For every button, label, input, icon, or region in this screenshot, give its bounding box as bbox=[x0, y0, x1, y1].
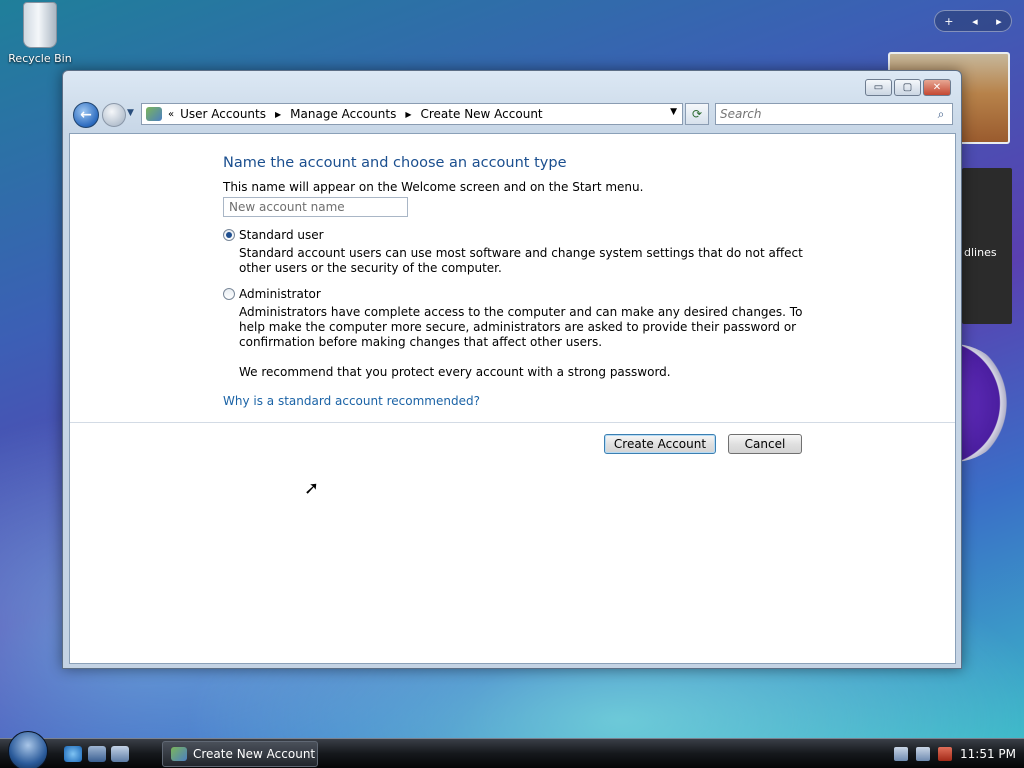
system-tray: 11:51 PM bbox=[884, 739, 1024, 768]
show-desktop-icon[interactable] bbox=[88, 746, 106, 762]
sidebar-controls[interactable]: + ◂ ▸ bbox=[934, 10, 1012, 32]
mouse-cursor-icon: ➚ bbox=[304, 478, 320, 499]
password-recommendation: We recommend that you protect every acco… bbox=[239, 365, 671, 379]
minimize-button[interactable]: ▭ bbox=[865, 79, 892, 96]
windows-defender-icon[interactable] bbox=[894, 747, 908, 761]
taskbar-button-create-new-account[interactable]: Create New Account bbox=[162, 741, 318, 767]
search-box[interactable]: ⌕ bbox=[715, 103, 953, 125]
breadcrumb-arrow-icon[interactable]: ▶ bbox=[405, 110, 411, 119]
option-standard-user: Standard user Standard account users can… bbox=[223, 228, 823, 276]
internet-explorer-icon[interactable] bbox=[64, 746, 82, 762]
taskbar-button-label: Create New Account bbox=[193, 747, 316, 761]
start-button[interactable] bbox=[8, 731, 48, 768]
account-name-field[interactable] bbox=[223, 197, 408, 217]
next-icon[interactable]: ▸ bbox=[996, 15, 1002, 28]
refresh-button[interactable]: ⟳ bbox=[685, 103, 709, 125]
divider bbox=[70, 422, 955, 423]
breadcrumb-manage-accounts[interactable]: Manage Accounts bbox=[290, 107, 396, 121]
forward-button[interactable] bbox=[102, 103, 126, 127]
close-button[interactable]: ✕ bbox=[923, 79, 951, 96]
recycle-bin-shortcut[interactable]: Recycle Bin bbox=[6, 2, 74, 65]
administrator-label[interactable]: Administrator bbox=[239, 287, 321, 301]
recycle-bin-label: Recycle Bin bbox=[8, 52, 72, 65]
standard-account-help-link[interactable]: Why is a standard account recommended? bbox=[223, 394, 823, 408]
cancel-button[interactable]: Cancel bbox=[728, 434, 802, 454]
address-dropdown-icon[interactable]: ▼ bbox=[670, 107, 677, 117]
back-button[interactable]: ← bbox=[73, 102, 99, 128]
caption-buttons: ▭ ▢ ✕ bbox=[865, 79, 951, 96]
user-accounts-icon bbox=[171, 747, 187, 761]
user-accounts-icon bbox=[146, 107, 162, 121]
search-icon[interactable]: ⌕ bbox=[930, 107, 952, 122]
add-gadget-icon[interactable]: + bbox=[944, 15, 953, 28]
maximize-button[interactable]: ▢ bbox=[894, 79, 921, 96]
breadcrumb-create-new-account[interactable]: Create New Account bbox=[421, 107, 543, 121]
network-icon[interactable] bbox=[916, 747, 930, 761]
option-administrator: Administrator Administrators have comple… bbox=[223, 287, 823, 350]
prev-icon[interactable]: ◂ bbox=[972, 15, 978, 28]
volume-muted-icon[interactable] bbox=[938, 747, 952, 761]
switch-windows-icon[interactable] bbox=[111, 746, 129, 762]
clock[interactable]: 11:51 PM bbox=[960, 747, 1016, 761]
recycle-bin-icon bbox=[23, 2, 57, 48]
search-input[interactable] bbox=[716, 105, 930, 123]
feed-gadget-text: dlines bbox=[964, 246, 997, 259]
administrator-radio[interactable] bbox=[223, 288, 235, 300]
standard-user-description: Standard account users can use most soft… bbox=[239, 246, 803, 275]
standard-user-label[interactable]: Standard user bbox=[239, 228, 324, 242]
intro-text: This name will appear on the Welcome scr… bbox=[223, 180, 644, 194]
create-account-form: Name the account and choose an account t… bbox=[223, 155, 823, 408]
administrator-description: Administrators have complete access to t… bbox=[239, 305, 803, 349]
standard-user-radio[interactable] bbox=[223, 229, 235, 241]
breadcrumb-arrow-icon[interactable]: ▶ bbox=[275, 110, 281, 119]
recent-pages-dropdown[interactable]: ▼ bbox=[127, 108, 134, 118]
page-title: Name the account and choose an account t… bbox=[223, 155, 567, 171]
address-bar[interactable]: « User Accounts ▶ Manage Accounts ▶ Crea… bbox=[141, 103, 683, 125]
content-pane: Name the account and choose an account t… bbox=[69, 133, 956, 664]
create-account-button[interactable]: Create Account bbox=[604, 434, 716, 454]
navigation-bar: ← ▼ « User Accounts ▶ Manage Accounts ▶ … bbox=[71, 101, 953, 128]
taskbar: Create New Account 11:51 PM bbox=[0, 731, 1024, 768]
feed-headlines-gadget[interactable]: dlines bbox=[962, 168, 1012, 324]
overflow-chevron-icon[interactable]: « bbox=[168, 109, 174, 120]
breadcrumb-user-accounts[interactable]: User Accounts bbox=[180, 107, 266, 121]
create-account-window: ▭ ▢ ✕ ← ▼ « User Accounts ▶ Manage Accou… bbox=[62, 70, 962, 669]
